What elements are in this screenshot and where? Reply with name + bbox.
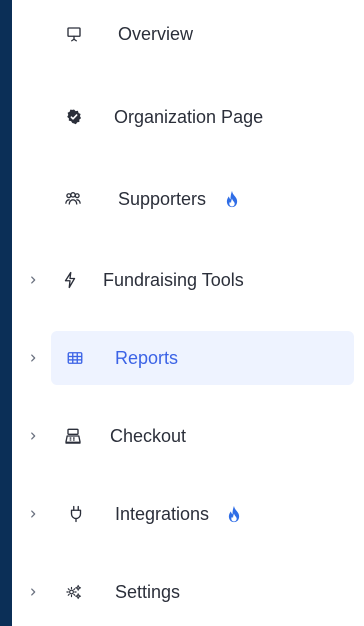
chevron-right-icon[interactable] [27,274,39,286]
sidebar-item-checkout[interactable]: Checkout [12,409,364,463]
table-icon [65,348,85,368]
flame-icon [227,505,241,523]
chevron-right-icon[interactable] [27,430,39,442]
sidebar-item-reports[interactable]: Reports [12,331,364,385]
sidebar-item-integrations[interactable]: Integrations [12,487,364,541]
sidebar-item-label: Settings [115,582,181,602]
sidebar-item-label: Organization Page [114,107,264,127]
presentation-icon [64,24,84,44]
chevron-right-icon[interactable] [27,508,39,520]
active-highlight [51,331,354,385]
sidebar-item-organization-page[interactable]: Organization Page [12,90,364,144]
sidebar-item-fundraising-tools[interactable]: Fundraising Tools [12,253,364,307]
cash-register-icon [63,426,83,446]
sidebar-item-supporters[interactable]: Supporters [12,172,364,226]
people-icon [63,189,83,209]
flame-icon [225,190,239,208]
sidebar-item-settings[interactable]: Settings [12,565,364,619]
left-rail [0,0,12,626]
sidebar-nav: Overview Organization Page Supporters Fu… [12,0,364,626]
sidebar-item-label: Checkout [110,426,187,446]
lightning-icon [60,270,80,290]
sidebar-item-label: Reports [115,348,179,368]
chevron-right-icon[interactable] [27,352,39,364]
plug-icon [66,504,86,524]
gears-icon [64,582,84,602]
sidebar-item-label: Integrations [115,504,210,524]
sidebar-item-overview[interactable]: Overview [12,7,364,61]
sidebar-item-label: Overview [118,24,194,44]
verified-badge-icon [64,107,84,127]
chevron-right-icon[interactable] [27,586,39,598]
app-frame: Overview Organization Page Supporters Fu… [0,0,364,626]
sidebar-item-label: Fundraising Tools [103,270,244,290]
sidebar-item-label: Supporters [118,189,207,209]
